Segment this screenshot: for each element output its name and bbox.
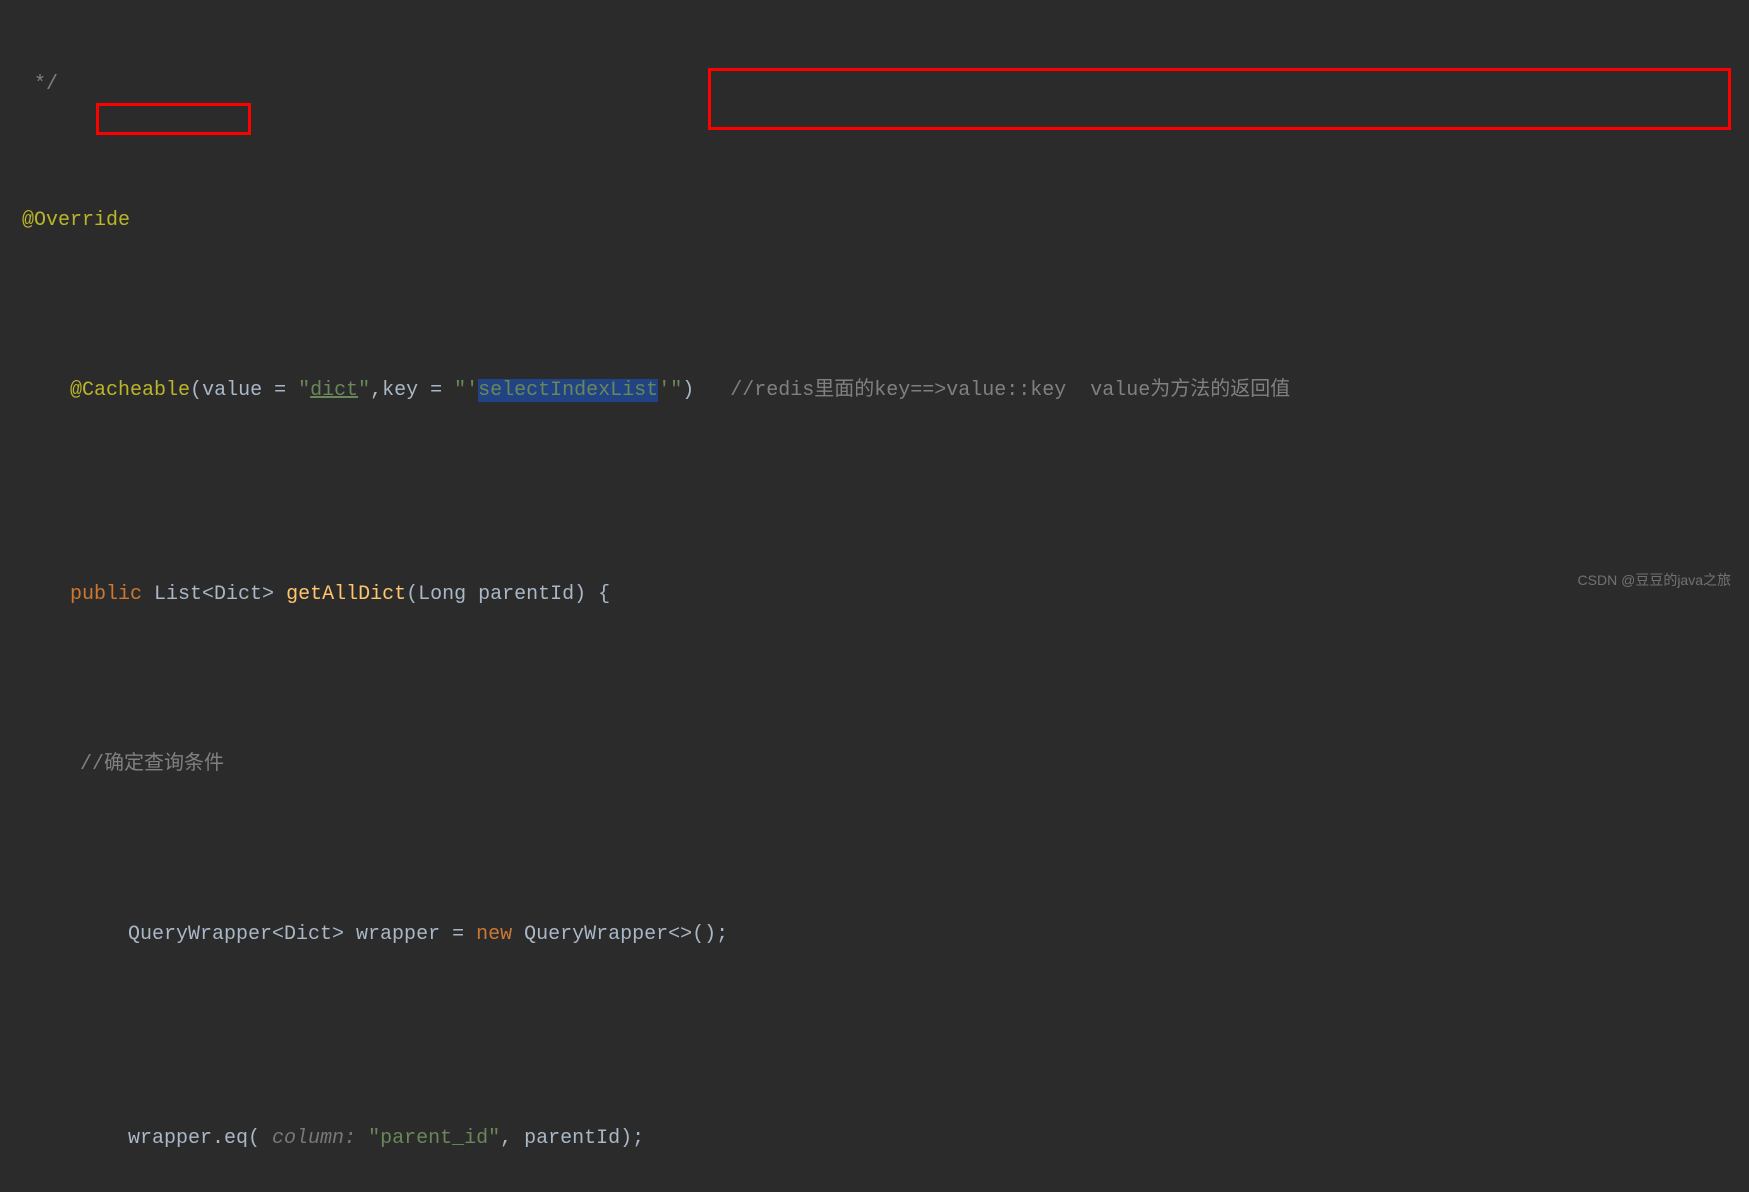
quote: '" bbox=[658, 379, 682, 402]
code-text: wrapper.eq( bbox=[128, 1127, 260, 1150]
code-text: QueryWrapper<Dict> wrapper = bbox=[128, 923, 476, 946]
paren-close-brace: ) { bbox=[574, 583, 610, 606]
code-text: , parentId); bbox=[500, 1127, 644, 1150]
annotation-cacheable: @Cacheable bbox=[70, 379, 190, 402]
paren-open: ( bbox=[406, 583, 418, 606]
quote: "' bbox=[454, 379, 478, 402]
paren-close: ) bbox=[682, 379, 694, 402]
code-text: QueryWrapper<>(); bbox=[524, 923, 728, 946]
string-selectindexlist: selectIndexList bbox=[478, 379, 658, 402]
arg-value: value = bbox=[202, 379, 298, 402]
paren-open: ( bbox=[190, 379, 202, 402]
watermark: CSDN @豆豆的java之旅 bbox=[1578, 570, 1731, 590]
keyword-public: public bbox=[70, 583, 154, 606]
comment-query-cond: //确定查询条件 bbox=[80, 753, 224, 776]
string-dict: dict bbox=[310, 379, 358, 402]
return-type: List<Dict> bbox=[154, 583, 286, 606]
keyword-new: new bbox=[476, 923, 524, 946]
method-name: getAllDict bbox=[286, 583, 406, 606]
line-comment-redis: //redis里面的key==>value::key value为方法的返回值 bbox=[730, 379, 1290, 402]
string-parent-id: "parent_id" bbox=[368, 1127, 500, 1150]
quote: " bbox=[358, 379, 370, 402]
arg-key: ,key = bbox=[370, 379, 454, 402]
param-long-parentid: Long parentId bbox=[418, 583, 574, 606]
comment-close: */ bbox=[22, 73, 58, 96]
inline-hint-column: column: bbox=[260, 1127, 368, 1150]
code-editor[interactable]: */ @Override @Cacheable(value = "dict",k… bbox=[0, 0, 1749, 1192]
gap bbox=[694, 379, 730, 402]
annotation-override: @Override bbox=[22, 209, 130, 232]
quote: " bbox=[298, 379, 310, 402]
